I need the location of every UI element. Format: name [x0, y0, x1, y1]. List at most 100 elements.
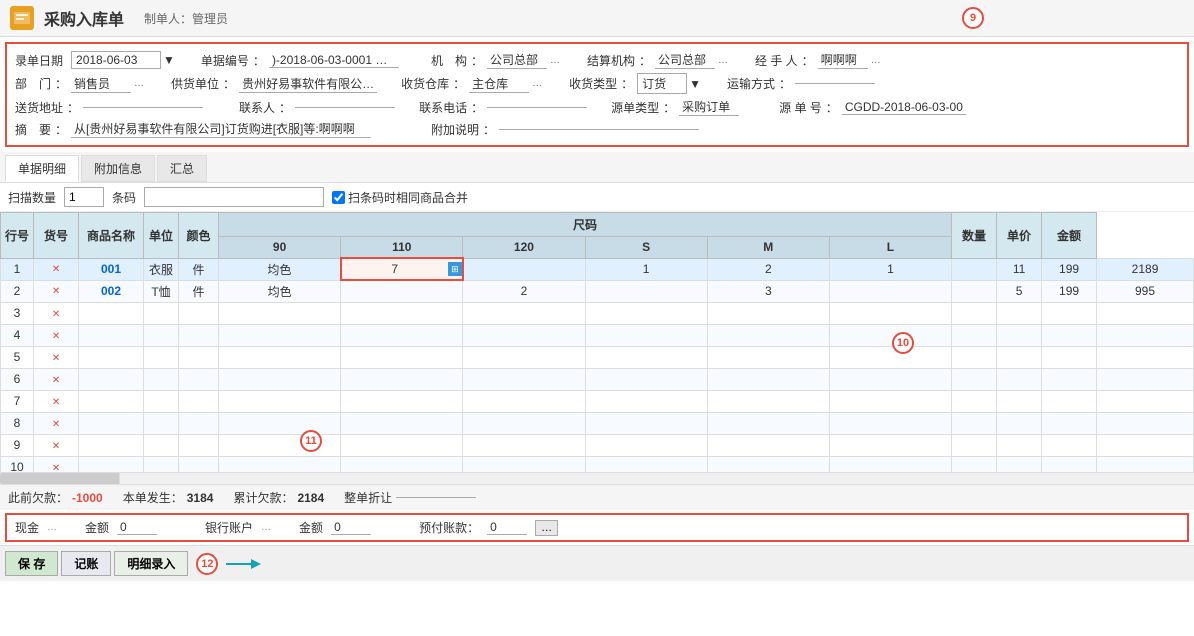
transport-label: 运输方式 — [727, 75, 775, 92]
cell-size-120[interactable] — [585, 280, 707, 302]
cell-size-s[interactable] — [829, 280, 951, 302]
cell-rownum: 1 — [1, 258, 34, 280]
row-icon-x[interactable]: ✕ — [52, 375, 60, 386]
table-row: 6 ✕ — [1, 368, 1194, 390]
receive-type-value: 订货 — [637, 73, 687, 94]
warehouse-dots: … — [532, 78, 542, 89]
transport-value — [795, 83, 875, 84]
col-color: 颜色 — [179, 213, 219, 259]
row-icon-x[interactable]: ✕ — [52, 309, 60, 320]
handler-dots: … — [871, 55, 881, 66]
prev-debt-label: 此前欠款： — [8, 489, 68, 506]
cell-code: 002 — [79, 280, 144, 302]
contact-value — [295, 107, 395, 108]
extra-label: 附加说明 — [431, 121, 479, 138]
cell-size-m[interactable] — [952, 280, 997, 302]
form-row-1: 录单日期 2018-06-03 ▼ 单据编号 ： )-2018-06-03-00… — [15, 49, 1179, 71]
table-row: 3 ✕ — [1, 302, 1194, 324]
source-type-value: 采购订单 — [679, 98, 739, 116]
table-row: 2 ✕ 002 T恤 件 均色 2 3 5 199 995 — [1, 280, 1194, 302]
badge-11: 11 — [300, 430, 322, 452]
row-icon-x[interactable]: ✕ — [52, 397, 60, 408]
row-icon-x[interactable]: ✕ — [52, 441, 60, 452]
bottom-info: 此前欠款： -1000 本单发生： 3184 累计欠款： 2184 整单折让 — [0, 484, 1194, 510]
action-bar: 保 存 记账 明细录入 12 — [0, 545, 1194, 581]
scan-barcode-input[interactable] — [144, 187, 324, 207]
prev-debt-value: -1000 — [72, 491, 103, 505]
row-icon-x[interactable]: ✕ — [52, 286, 60, 297]
current-value: 3184 — [187, 491, 214, 505]
memo-label: 摘 要 — [15, 121, 51, 138]
save-button[interactable]: 保 存 — [5, 551, 58, 576]
page-title: 采购入库单 — [44, 6, 124, 30]
cell-size-90[interactable]: 7 ⊞ — [341, 258, 463, 280]
data-table: 行号 货号 商品名称 单位 颜色 尺码 数量 单价 金额 90 110 120 … — [0, 212, 1194, 472]
cash-dots[interactable]: … — [47, 522, 57, 533]
extra-value — [499, 129, 699, 130]
cell-size-200[interactable]: 2 — [707, 258, 829, 280]
cell-size-s[interactable]: 1 — [829, 258, 951, 280]
bank-label: 银行账户 — [205, 519, 253, 536]
bank-amount-label: 金额 — [299, 519, 323, 536]
phone-label: 联系电话 — [419, 99, 467, 116]
cell-name: T恤 — [144, 280, 179, 302]
receive-type-label: 收货类型 — [569, 75, 617, 92]
total-value: 2184 — [297, 491, 324, 505]
doc-num-label: 单据编号 — [201, 52, 249, 69]
bank-amount[interactable]: 0 — [331, 520, 371, 535]
account-button[interactable]: 记账 — [61, 551, 111, 576]
tab-summary[interactable]: 汇总 — [157, 155, 207, 182]
table-row: 8 ✕ — [1, 412, 1194, 434]
handler-value: 啊啊啊 — [818, 51, 868, 69]
dept-value: 销售员 — [71, 75, 131, 93]
table-row: 4 ✕ — [1, 324, 1194, 346]
discount-value[interactable] — [396, 497, 476, 498]
cash-amount[interactable]: 0 — [117, 520, 157, 535]
merge-checkbox-label[interactable]: 扫条码时相同商品合并 — [332, 189, 468, 206]
row-icon-x[interactable]: ✕ — [52, 264, 60, 275]
scan-qty-input[interactable] — [64, 187, 104, 207]
current-label: 本单发生： — [123, 489, 183, 506]
col-size-l: L — [829, 237, 951, 259]
discount: 整单折让 — [344, 489, 476, 506]
header-form: 录单日期 2018-06-03 ▼ 单据编号 ： )-2018-06-03-00… — [5, 42, 1189, 147]
tab-extra[interactable]: 附加信息 — [81, 155, 155, 182]
row-icon-x[interactable]: ✕ — [52, 419, 60, 430]
scrollbar[interactable] — [0, 472, 1194, 484]
detail-button[interactable]: 明细录入 — [114, 551, 188, 576]
tab-detail[interactable]: 单据明细 — [5, 155, 79, 182]
tabs-bar: 单据明细 附加信息 汇总 — [0, 152, 1194, 183]
cell-size-120[interactable]: 1 — [585, 258, 707, 280]
table-row: 10 ✕ — [1, 456, 1194, 472]
prepay-value[interactable]: 0 — [487, 520, 527, 535]
settle-label: 结算机构 — [587, 52, 635, 69]
row-icon-x[interactable]: ✕ — [52, 353, 60, 364]
warehouse-value: 主仓库 — [469, 75, 529, 93]
row-icon-x[interactable]: ✕ — [52, 331, 60, 342]
merge-checkbox[interactable] — [332, 191, 345, 204]
row-icon-x[interactable]: ✕ — [52, 463, 60, 472]
memo-value: 从[贵州好易事软件有限公司]订货购进[衣服]等:啊啊啊 — [71, 120, 371, 138]
col-size-s: S — [585, 237, 707, 259]
cell-amount: 2189 — [1097, 258, 1194, 280]
cell-edit-icon[interactable]: ⊞ — [448, 262, 462, 276]
table-row: 5 ✕ — [1, 346, 1194, 368]
table-row: 1 ✕ 001 衣服 件 均色 7 ⊞ 1 2 — [1, 258, 1194, 280]
cell-size-200[interactable]: 3 — [707, 280, 829, 302]
org-value: 公司总部 — [487, 51, 547, 69]
col-qty: 数量 — [952, 213, 997, 259]
bank-dots[interactable]: … — [261, 522, 271, 533]
cell-size-110[interactable]: 2 — [463, 280, 585, 302]
cell-size-m[interactable] — [952, 258, 997, 280]
cell-size-110[interactable] — [463, 258, 585, 280]
col-size-110: 110 — [341, 237, 463, 259]
address-label: 送货地址 — [15, 99, 63, 116]
settle-dots: … — [718, 55, 728, 66]
total-debt: 累计欠款： 2184 — [233, 489, 324, 506]
supplier-value: 贵州好易事软件有限公… — [239, 75, 377, 93]
table-row: 9 ✕ — [1, 434, 1194, 456]
col-size-group: 尺码 — [219, 213, 952, 237]
prepay-button[interactable]: … — [535, 520, 558, 536]
scan-qty-label: 扫描数量 — [8, 189, 56, 206]
cell-size-90[interactable] — [341, 280, 463, 302]
